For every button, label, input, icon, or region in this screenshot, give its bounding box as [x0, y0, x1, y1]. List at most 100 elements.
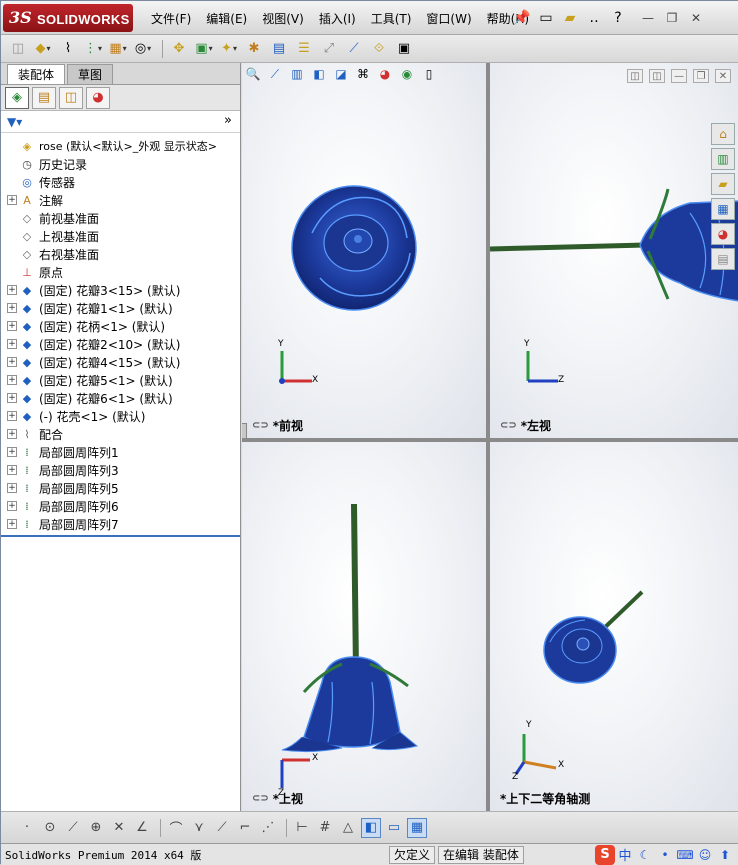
tree-node[interactable]: + ⁞ 局部圆周阵列6 — [1, 497, 240, 515]
viewport-left[interactable]: ◫ ◫ — ❐ ✕ ⌂ ▥ ▰ ▦ ◕ ▤ Y Z ⊂⊃ *左视 — [490, 63, 738, 438]
menu-tools[interactable]: 工具(T) — [371, 10, 412, 28]
tree-node[interactable]: + ◆ (固定) 花瓣2<10> (默认) — [1, 335, 240, 353]
construction-icon[interactable]: ⋰ — [258, 818, 278, 838]
tree-node[interactable]: + ◆ (固定) 花瓣3<15> (默认) — [1, 281, 240, 299]
ime-language[interactable]: 中 — [615, 846, 635, 864]
menu-window[interactable]: 窗口(W) — [426, 10, 471, 28]
assembly-features-icon[interactable]: ✦ — [218, 38, 240, 60]
expand-toggle-icon[interactable]: + — [7, 285, 17, 295]
explode-line-sketch-icon[interactable]: ⟋ — [343, 38, 365, 60]
expand-toggle-icon[interactable]: + — [7, 357, 17, 367]
instant3d-icon[interactable]: ⟐ — [368, 38, 390, 60]
expand-toggle-icon[interactable]: + — [7, 465, 17, 475]
mate-icon[interactable]: ⋮ — [82, 38, 104, 60]
keyboard-icon[interactable]: ⌨ — [675, 846, 695, 864]
minimize-button[interactable]: — — [639, 10, 657, 26]
grid-icon[interactable]: # — [315, 818, 335, 838]
viewport-isometric[interactable]: Y X Z *上下二等角轴测 — [490, 442, 738, 811]
chamfer-icon[interactable]: ⋎ — [189, 818, 209, 838]
menu-edit[interactable]: 编辑(E) — [206, 10, 247, 28]
tree-node[interactable]: + ⁞ 局部圆周阵列1 — [1, 443, 240, 461]
show-hidden-icon[interactable]: ▣ — [193, 38, 215, 60]
circle-icon[interactable]: ⊙ — [40, 818, 60, 838]
point-icon[interactable]: · — [17, 818, 37, 838]
new-document-icon[interactable]: ▭ — [537, 9, 555, 27]
sogou-ime-icon[interactable]: S — [595, 844, 615, 865]
paperclip-icon[interactable]: ⌇ — [57, 38, 79, 60]
tree-node[interactable]: + ◆ (固定) 花柄<1> (默认) — [1, 317, 240, 335]
linear-pattern-icon[interactable]: ▦ — [107, 38, 129, 60]
file-explorer-icon[interactable]: ▰ — [711, 173, 735, 195]
view-palette-icon[interactable]: ▦ — [711, 198, 735, 220]
graphics-area[interactable]: 🔍 ⟋ ▥ ◧ ◪ ⌘ ◕ ◉ ▯ Y X ⊂⊃ *前视 ◫ ◫ — ❐ ✕ ⌂… — [242, 63, 738, 811]
new-part-icon[interactable]: ◆ — [32, 38, 54, 60]
expand-toggle-icon[interactable]: + — [7, 411, 17, 421]
link-views-icon[interactable]: ⊂⊃ — [252, 793, 269, 804]
configuration-manager-icon[interactable]: ◫ — [59, 86, 83, 109]
tree-node[interactable]: + A 注解 — [1, 191, 240, 209]
tree-node[interactable]: ◎ 传感器 — [1, 173, 240, 191]
help-icon[interactable]: ? — [609, 9, 627, 27]
tree-node[interactable]: + ◆ (固定) 花瓣4<15> (默认) — [1, 353, 240, 371]
center-circle-icon[interactable]: ⊕ — [86, 818, 106, 838]
tree-node[interactable]: + ◆ (固定) 花瓣1<1> (默认) — [1, 299, 240, 317]
smart-fasteners-icon[interactable]: ◎ — [132, 38, 154, 60]
user-icon[interactable]: ☺ — [695, 846, 715, 864]
tree-node[interactable]: + ⁞ 局部圆周阵列3 — [1, 461, 240, 479]
view-icon[interactable]: ▣ — [393, 38, 415, 60]
tree-node[interactable]: + ◆ (-) 花壳<1> (默认) — [1, 407, 240, 425]
expand-toggle-icon[interactable]: + — [7, 429, 17, 439]
tree-node[interactable]: ◇ 右视基准面 — [1, 245, 240, 263]
display-manager-icon[interactable]: ◕ — [86, 86, 110, 109]
expand-toggle-icon[interactable]: + — [7, 303, 17, 313]
tree-node[interactable]: + ⌇ 配合 — [1, 425, 240, 443]
close-button[interactable]: ✕ — [687, 10, 705, 26]
expand-toggle-icon[interactable]: + — [7, 195, 17, 205]
expand-toggle-icon[interactable]: + — [7, 321, 17, 331]
funnel-icon[interactable]: ▼▾ — [7, 115, 22, 129]
insert-component-icon[interactable]: ◫ — [7, 38, 29, 60]
pin-icon[interactable]: 📌 — [513, 9, 531, 27]
3d-view-icon[interactable]: ◧ — [361, 817, 381, 838]
new-motion-study-icon[interactable]: ▤ — [268, 38, 290, 60]
single-view-icon[interactable]: ▭ — [384, 818, 404, 838]
solidworks-resources-icon[interactable]: ⌂ — [711, 123, 735, 145]
exploded-view-icon[interactable]: ⤢ — [318, 38, 340, 60]
feature-manager-icon[interactable]: ◈ — [5, 86, 29, 109]
bill-of-materials-icon[interactable]: ☰ — [293, 38, 315, 60]
restore-button[interactable]: ❐ — [663, 10, 681, 26]
expand-toggle-icon[interactable]: + — [7, 519, 17, 529]
punctuation-icon[interactable]: • — [655, 846, 675, 864]
half-width-icon[interactable]: ☾ — [635, 846, 655, 864]
solidworks-logo[interactable]: 3S SOLIDWORKS — [3, 4, 133, 32]
angle-icon[interactable]: ∠ — [132, 818, 152, 838]
tree-node[interactable]: ◇ 上视基准面 — [1, 227, 240, 245]
expand-panel-button[interactable]: » — [224, 113, 232, 128]
fillet-icon[interactable]: ⌒ — [166, 818, 186, 838]
settings-icon[interactable]: ⬆ — [715, 846, 735, 864]
move-component-icon[interactable]: ✥ — [168, 38, 190, 60]
relation-icon[interactable]: △ — [338, 818, 358, 838]
trim-icon[interactable]: ✕ — [109, 818, 129, 838]
corner-icon[interactable]: ⌐ — [235, 818, 255, 838]
line-icon[interactable]: ⟋ — [63, 818, 83, 838]
menu-file[interactable]: 文件(F) — [151, 10, 191, 28]
tree-node[interactable]: ◈ rose (默认<默认>_外观 显示状态> — [1, 137, 240, 155]
custom-properties-icon[interactable]: ▤ — [711, 248, 735, 270]
viewport-front[interactable]: 🔍 ⟋ ▥ ◧ ◪ ⌘ ◕ ◉ ▯ Y X ⊂⊃ *前视 — [242, 63, 486, 438]
tree-node[interactable]: + ⁞ 局部圆周阵列7 — [1, 515, 240, 533]
dimension-icon[interactable]: ⊢ — [292, 818, 312, 838]
appearances-icon[interactable]: ◕ — [711, 223, 735, 245]
link-views-icon[interactable]: ⊂⊃ — [252, 420, 269, 431]
viewport-top[interactable]: X Z ⊂⊃ *上视 — [242, 442, 486, 811]
expand-toggle-icon[interactable]: + — [7, 339, 17, 349]
tab-assembly[interactable]: 装配体 — [7, 64, 66, 84]
expand-toggle-icon[interactable]: + — [7, 393, 17, 403]
link-views-icon[interactable]: ⊂⊃ — [500, 420, 517, 431]
expand-toggle-icon[interactable]: + — [7, 447, 17, 457]
tab-sketch[interactable]: 草图 — [67, 64, 114, 84]
expand-toggle-icon[interactable]: + — [7, 501, 17, 511]
property-manager-icon[interactable]: ▤ — [32, 86, 56, 109]
tree-node[interactable]: + ⁞ 局部圆周阵列5 — [1, 479, 240, 497]
tree-node[interactable]: ◷ 历史记录 — [1, 155, 240, 173]
